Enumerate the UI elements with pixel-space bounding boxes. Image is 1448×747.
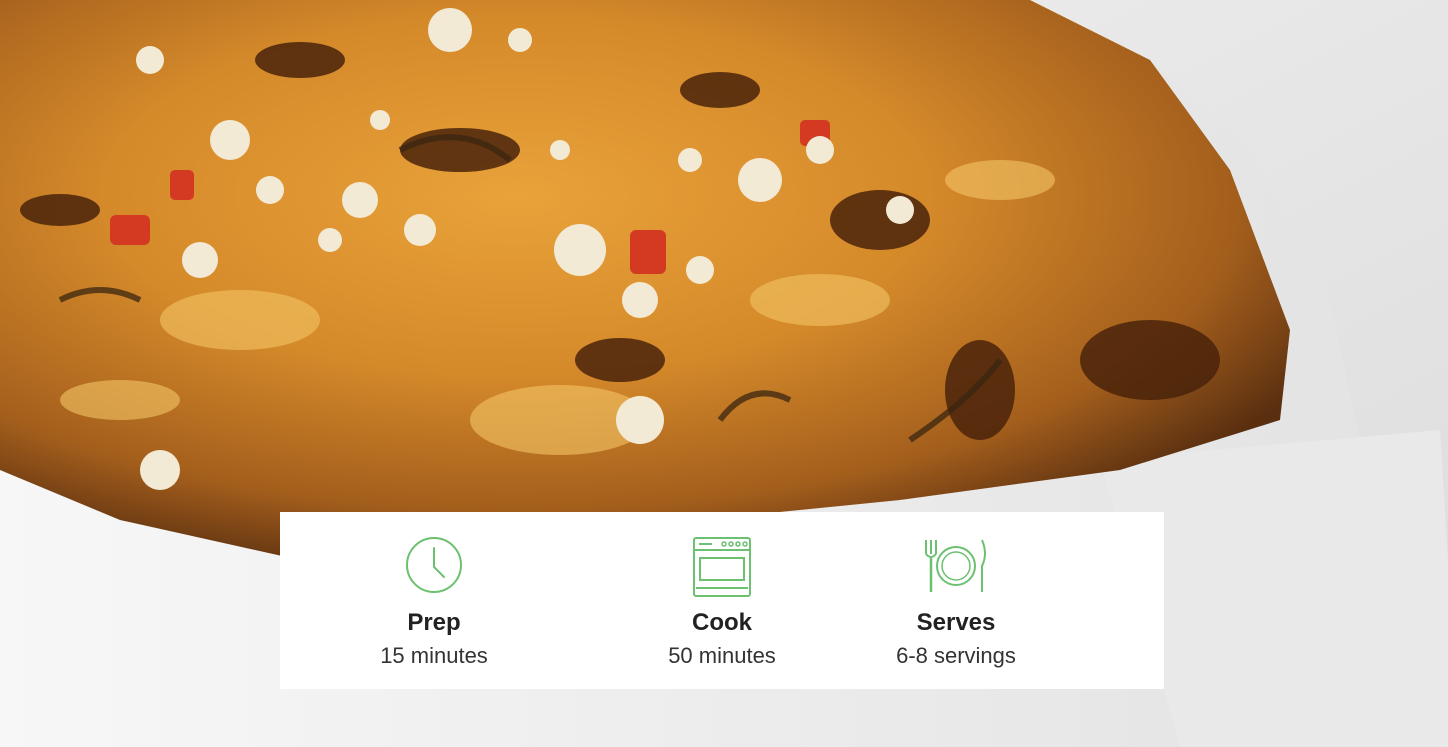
prep-value: 15 minutes (380, 643, 488, 668)
oven-icon (682, 530, 762, 600)
serves-info: Serves 6-8 servings (856, 512, 1056, 689)
prep-label: Prep (407, 609, 461, 636)
serves-value: 6-8 servings (896, 643, 1016, 668)
cook-label: Cook (692, 609, 752, 636)
cook-info: Cook 50 minutes (622, 512, 822, 689)
plate-cutlery-icon (916, 530, 996, 600)
prep-info: Prep 15 minutes (334, 512, 534, 689)
clock-icon (394, 530, 474, 600)
serves-label: Serves (916, 609, 996, 636)
recipe-info-card: Prep 15 minutes Cook 50 minutes Serves 6… (280, 512, 1164, 689)
cook-value: 50 minutes (668, 643, 776, 668)
